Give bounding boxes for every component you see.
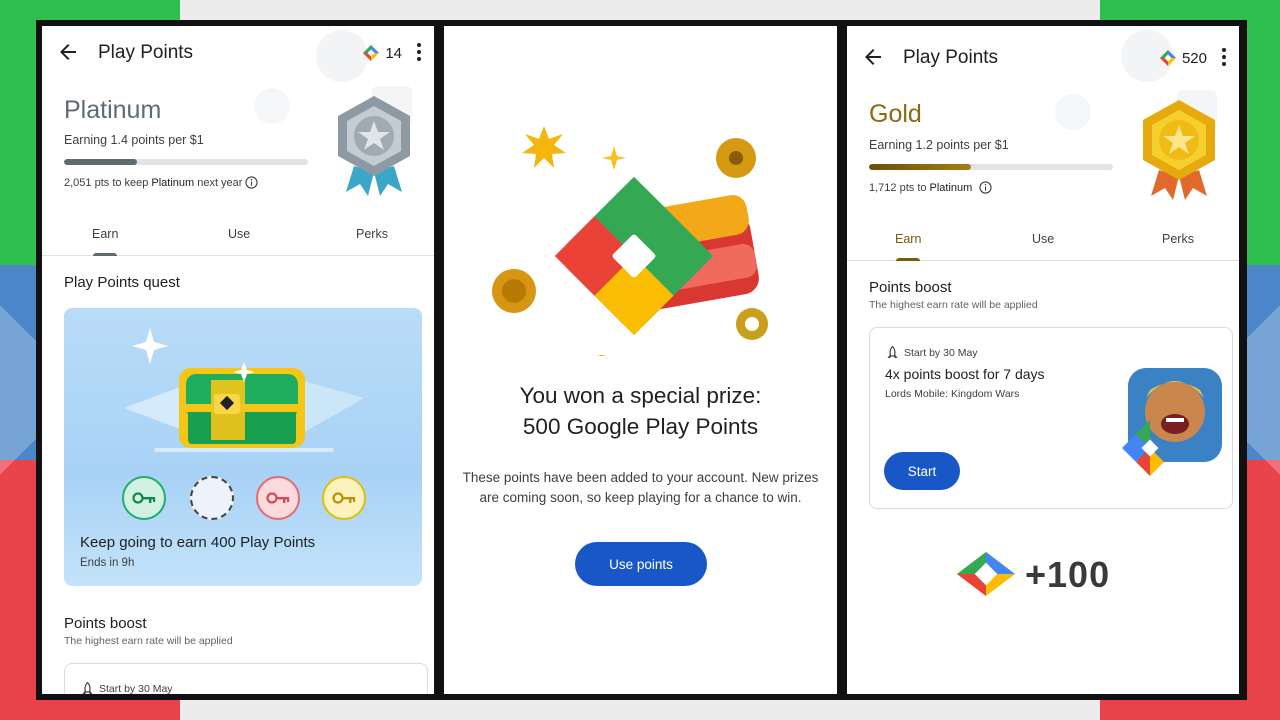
start-by-text: Start by 30 May: [99, 683, 173, 694]
tier-status: 1,712 pts to Platinum: [869, 181, 992, 194]
tab-use[interactable]: Use: [1032, 232, 1054, 246]
play-points-prize-graphic: [492, 126, 768, 356]
tier-status-prefix: 2,051 pts to keep: [64, 176, 149, 189]
page-title: Play Points: [98, 42, 194, 63]
tab-perks-label: Perks: [356, 227, 388, 241]
start-by-text: Start by 30 May: [904, 347, 978, 359]
bonus-points: +100: [1025, 554, 1111, 595]
start-by: Start by 30 May: [886, 346, 978, 360]
tier-name: Gold: [869, 100, 922, 128]
tier-progress-bar: [869, 164, 1113, 170]
tab-perks[interactable]: Perks: [1162, 232, 1194, 246]
quest-card[interactable]: Keep going to earn 400 Play Points Ends …: [64, 308, 422, 586]
panel-gold: Play Points 520 Gold Earning 1.2 points …: [847, 26, 1239, 694]
rocket-icon: [82, 682, 93, 694]
prize-title-line2: 500 Google Play Points: [522, 414, 759, 439]
boost-heading: Points boost: [869, 279, 952, 296]
tier-status: 2,051 pts to keep Platinum next year: [64, 176, 259, 189]
tab-earn-label: Earn: [92, 227, 119, 241]
back-arrow-icon[interactable]: [56, 40, 80, 64]
tab-bar: Earn Use Perks: [847, 224, 1239, 261]
play-points-diamond-icon: [363, 45, 380, 61]
tab-use[interactable]: Use: [228, 227, 250, 241]
more-vert-icon[interactable]: [1221, 47, 1227, 67]
info-icon[interactable]: [245, 176, 259, 189]
page-title: Play Points: [903, 47, 999, 68]
tier-status-tier: Platinum: [929, 181, 973, 194]
key-slot-1: [122, 476, 166, 520]
boost-game-name: Lords Mobile: Kingdom Wars: [885, 388, 1020, 400]
panel-prize: You won a special prize: 500 Google Play…: [444, 26, 837, 694]
screenshot-frame: Play Points 14 Platinum Earning 1.4 poin…: [36, 20, 1247, 700]
quest-heading: Play Points quest: [64, 274, 180, 291]
boost-card[interactable]: Start by 30 May 4x points boost for 7 da…: [869, 327, 1233, 509]
play-points-diamond-icon: [957, 552, 1015, 596]
use-points-button[interactable]: Use points: [575, 542, 707, 586]
points-balance[interactable]: 520: [1159, 49, 1207, 67]
tier-status-suffix: next year: [197, 176, 243, 189]
boost-heading: Points boost: [64, 615, 147, 632]
key-slot-2-empty: [190, 476, 234, 520]
gold-badge: [1143, 100, 1215, 200]
points-count: 14: [385, 44, 402, 62]
game-icon[interactable]: [1122, 368, 1226, 484]
tier-status-tier: Platinum: [151, 176, 195, 189]
boost-subtitle: The highest earn rate will be applied: [869, 299, 1038, 311]
points-count: 520: [1181, 49, 1207, 67]
boost-title: 4x points boost for 7 days: [885, 366, 1045, 382]
tab-perks[interactable]: Perks: [356, 227, 388, 241]
key-icon: [266, 492, 290, 504]
start-by: Start by 30 May: [81, 682, 173, 694]
tier-status-prefix: 1,712 pts to: [869, 181, 927, 194]
top-bar: Play Points 520: [847, 31, 1239, 83]
back-arrow-icon[interactable]: [861, 45, 885, 69]
key-slot-3: [256, 476, 300, 520]
tab-use-label: Use: [228, 227, 251, 241]
tab-earn-label: Earn: [895, 232, 922, 246]
panel-platinum: Play Points 14 Platinum Earning 1.4 poin…: [42, 26, 434, 694]
rocket-icon: [887, 346, 898, 358]
boost-subtitle: The highest earn rate will be applied: [64, 635, 233, 647]
tab-earn[interactable]: Earn: [92, 227, 119, 256]
quest-ends: Ends in 9h: [80, 557, 135, 569]
tab-use-label: Use: [1032, 232, 1055, 246]
tab-earn[interactable]: Earn: [895, 232, 922, 261]
more-vert-icon[interactable]: [416, 42, 422, 62]
tab-perks-label: Perks: [1162, 232, 1194, 246]
prize-title-line1: You won a special prize:: [519, 383, 762, 408]
earn-rate: Earning 1.2 points per $1: [869, 138, 1009, 152]
key-icon: [132, 492, 156, 504]
tab-bar: Earn Use Perks: [42, 219, 434, 256]
info-icon[interactable]: [979, 181, 992, 194]
tier-name: Platinum: [64, 96, 162, 124]
points-balance[interactable]: 14: [362, 44, 402, 62]
treasure-chest: [124, 328, 364, 452]
prize-title: You won a special prize: 500 Google Play…: [444, 380, 837, 442]
key-icon: [332, 492, 356, 504]
earn-rate: Earning 1.4 points per $1: [64, 133, 204, 147]
platinum-badge: [338, 96, 410, 196]
top-bar: Play Points 14: [42, 26, 434, 78]
quest-reward-text: Keep going to earn 400 Play Points: [80, 534, 316, 551]
start-button[interactable]: Start: [884, 452, 960, 490]
tier-progress-bar: [64, 159, 308, 165]
prize-description: These points have been added to your acc…: [462, 470, 819, 505]
boost-card[interactable]: Start by 30 May: [64, 663, 428, 694]
key-slot-4: [322, 476, 366, 520]
play-points-diamond-icon: [1159, 50, 1176, 66]
